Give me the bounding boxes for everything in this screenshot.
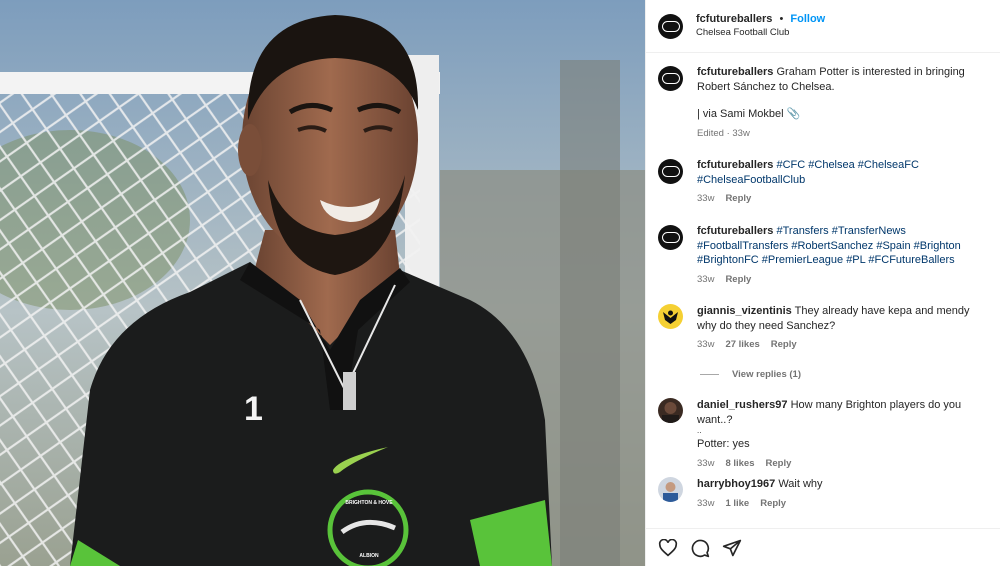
post-image[interactable]: 1 BRIGHTON & HOVE ALBION (0, 0, 645, 566)
post-modal: 1 BRIGHTON & HOVE ALBION fcfutureballers… (0, 0, 1000, 566)
user-photo-icon (658, 477, 683, 502)
author-username[interactable]: fcfutureballers (696, 13, 772, 25)
comment-text-dots: .. (697, 426, 702, 435)
player-photo (0, 0, 645, 566)
caption: fcfutureballers Graham Potter is interes… (658, 65, 992, 141)
user-photo-icon (658, 398, 683, 423)
list-item: harrybhoy1967 Wait why 33w 1 like Reply (658, 477, 992, 511)
avatar[interactable] (658, 159, 683, 184)
list-item: fcfutureballers #CFC #Chelsea #ChelseaFC… (658, 158, 992, 207)
replies-divider (700, 374, 719, 375)
follow-button[interactable]: Follow (790, 13, 825, 25)
badge-top-text: BRIGHTON & HOVE (345, 500, 393, 506)
avatar[interactable] (658, 13, 683, 39)
reply-button[interactable]: Reply (760, 498, 786, 509)
view-replies-label: View replies (1) (732, 369, 801, 380)
comment-time[interactable]: 33w (697, 498, 714, 509)
share-icon[interactable] (722, 538, 742, 558)
avatar[interactable] (658, 304, 683, 329)
caption-credit: | via Sami Mokbel 📎 (697, 108, 801, 120)
list-item: fcfutureballers #Transfers #TransferNews… (658, 224, 992, 287)
avatar[interactable] (658, 398, 683, 423)
caption-username[interactable]: fcfutureballers (697, 66, 773, 78)
comment-username[interactable]: harrybhoy1967 (697, 478, 775, 490)
aek-crest-icon (658, 304, 683, 329)
list-item: giannis_vizentinis They already have kep… (658, 304, 992, 353)
shirt-number: 1 (244, 390, 263, 428)
reply-button[interactable]: Reply (771, 339, 797, 350)
likes-count[interactable]: 27 likes (725, 339, 759, 350)
comment-time[interactable]: 33w (697, 458, 714, 469)
reply-button[interactable]: Reply (725, 193, 751, 204)
post-sidebar: fcfutureballers • Follow Chelsea Footbal… (645, 0, 1000, 566)
comment-username[interactable]: daniel_rushers97 (697, 399, 788, 411)
comment-time[interactable]: 33w (697, 274, 714, 285)
avatar[interactable] (658, 477, 683, 502)
caption-meta: Edited · 33w (697, 127, 750, 139)
badge-bottom-text: ALBION (359, 553, 379, 559)
comment-text-line: Potter: yes (697, 438, 750, 450)
view-replies-button[interactable]: View replies (1) (700, 369, 801, 380)
list-item: daniel_rushers97 How many Brighton playe… (658, 398, 992, 471)
comment-username[interactable]: fcfutureballers (697, 225, 773, 237)
comment-icon[interactable] (690, 538, 710, 558)
action-bar (646, 528, 1000, 566)
avatar[interactable] (658, 225, 683, 250)
comments-list[interactable]: fcfutureballers Graham Potter is interes… (646, 53, 1000, 528)
comment-username[interactable]: giannis_vizentinis (697, 305, 792, 317)
post-location[interactable]: Chelsea Football Club (696, 26, 825, 40)
comment-username[interactable]: fcfutureballers (697, 159, 773, 171)
post-header: fcfutureballers • Follow Chelsea Footbal… (646, 0, 1000, 53)
avatar[interactable] (658, 66, 683, 91)
comment-time[interactable]: 33w (697, 339, 714, 350)
comment-time[interactable]: 33w (697, 193, 714, 204)
heart-icon[interactable] (658, 538, 678, 557)
likes-count[interactable]: 8 likes (725, 458, 754, 469)
separator-dot: • (779, 13, 784, 25)
reply-button[interactable]: Reply (725, 274, 751, 285)
comment-text: Wait why (778, 478, 823, 490)
reply-button[interactable]: Reply (766, 458, 792, 469)
likes-count[interactable]: 1 like (725, 498, 749, 509)
